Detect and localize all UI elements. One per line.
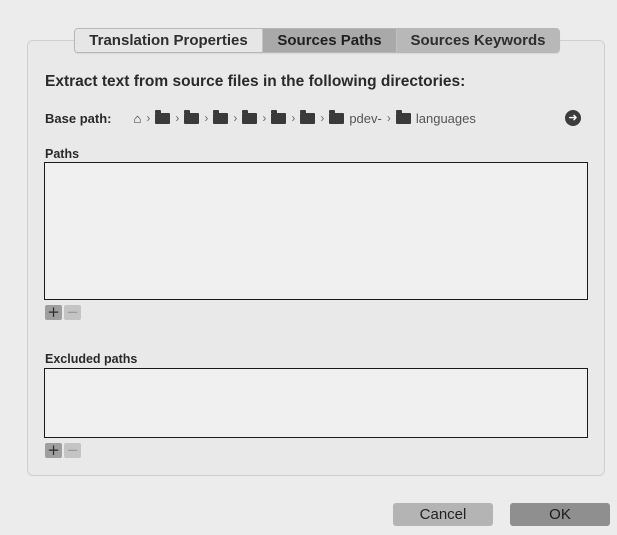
folder-icon — [271, 109, 287, 124]
path-crumb-folder[interactable] — [300, 109, 316, 124]
excluded-paths-label: Excluded paths — [45, 352, 138, 366]
tab-sources-paths[interactable]: Sources Paths — [263, 29, 397, 52]
separator-icon: › — [320, 111, 325, 125]
separator-icon: › — [262, 111, 267, 125]
path-crumb-folder[interactable] — [155, 109, 171, 124]
cancel-button[interactable]: Cancel — [393, 503, 493, 526]
folder-icon — [184, 109, 200, 124]
path-crumb-languages[interactable]: languages — [395, 109, 476, 126]
tab-sources-keywords[interactable]: Sources Keywords — [397, 29, 559, 52]
excluded-add-remove: + − — [45, 443, 81, 458]
arrow-right-circle-icon[interactable]: ➜ — [565, 110, 581, 126]
add-excluded-path-button[interactable]: + — [45, 443, 62, 458]
paths-add-remove: + − — [45, 305, 81, 320]
separator-icon: › — [386, 111, 391, 125]
separator-icon: › — [204, 111, 209, 125]
base-path-label: Base path: — [45, 110, 112, 126]
path-crumb-folder[interactable] — [242, 109, 258, 124]
path-crumb-folder[interactable] — [213, 109, 229, 124]
separator-icon: › — [233, 111, 238, 125]
paths-list[interactable] — [44, 162, 588, 300]
excluded-paths-list[interactable] — [44, 368, 588, 438]
paths-label: Paths — [45, 147, 80, 161]
path-crumb-home[interactable]: ⌂ — [133, 112, 141, 125]
folder-icon — [242, 109, 258, 124]
path-crumb-folder[interactable] — [271, 109, 287, 124]
separator-icon: › — [291, 111, 296, 125]
folder-icon — [213, 109, 229, 124]
crumb-label: pdev- — [349, 110, 382, 126]
crumb-label: languages — [415, 110, 476, 126]
tab-bar: Translation Properties Sources Paths Sou… — [74, 28, 560, 53]
remove-path-button[interactable]: − — [64, 305, 81, 320]
folder-icon — [329, 109, 345, 124]
separator-icon: › — [175, 111, 180, 125]
home-icon: ⌂ — [133, 110, 142, 126]
add-path-button[interactable]: + — [45, 305, 62, 320]
path-crumb-pdev[interactable]: pdev- — [329, 109, 382, 126]
dialog-window: Translation Properties Sources Paths Sou… — [0, 0, 617, 535]
base-path-row: Base path: ⌂ › › › › › › › pdev- › langu… — [45, 108, 476, 128]
separator-icon: › — [146, 111, 151, 125]
ok-button[interactable]: OK — [510, 503, 610, 526]
tab-translation-properties[interactable]: Translation Properties — [75, 29, 263, 52]
remove-excluded-path-button[interactable]: − — [64, 443, 81, 458]
folder-icon — [155, 109, 171, 124]
panel-heading: Extract text from source files in the fo… — [45, 73, 466, 90]
folder-icon — [395, 109, 411, 124]
folder-icon — [300, 109, 316, 124]
path-crumb-folder[interactable] — [184, 109, 200, 124]
